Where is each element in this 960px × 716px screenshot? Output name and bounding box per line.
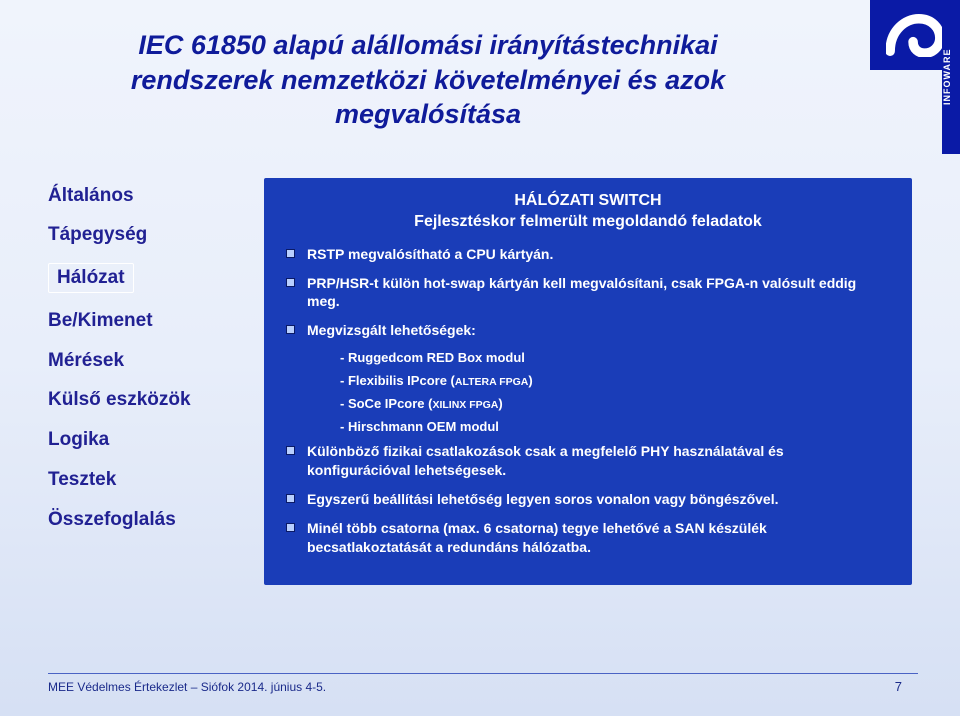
bullet-icon xyxy=(286,325,295,334)
content-subheading: Fejlesztéskor felmerült megoldandó felad… xyxy=(286,213,890,231)
bullet-icon xyxy=(286,278,295,287)
sidebar: Általános Tápegység Hálózat Be/Kimenet Mérés… xyxy=(48,178,238,585)
content-panel: HÁLÓZATI SWITCH Fejlesztéskor felmerült … xyxy=(264,178,912,585)
sidebar-item[interactable]: Tesztek xyxy=(48,468,238,492)
sub-bullet: - Ruggedcom RED Box modul xyxy=(340,350,890,365)
sidebar-item[interactable]: Általános xyxy=(48,184,238,208)
bullet-text: Megvizsgált lehetőségek: xyxy=(307,321,476,340)
footer-text: MEE Védelmes Értekezlet – Siófok 2014. j… xyxy=(48,680,326,694)
footer-divider xyxy=(48,673,918,674)
bullet-item: RSTP megvalósítható a CPU kártyán. xyxy=(286,245,890,264)
sub-bullet: - SoCe IPcore (XILINX FPGA) xyxy=(340,396,890,411)
title-line: rendszerek nemzetközi követelményei és a… xyxy=(48,63,808,98)
bullet-icon xyxy=(286,249,295,258)
bullet-icon xyxy=(286,523,295,532)
title-line: megvalósítása xyxy=(48,97,808,132)
bullet-item: Minél több csatorna (max. 6 csatorna) te… xyxy=(286,519,890,557)
sub-bullet: - Flexibilis IPcore (ALTERA FPGA) xyxy=(340,373,890,388)
page-number: 7 xyxy=(895,679,902,694)
sidebar-item[interactable]: Hálózat xyxy=(48,263,134,293)
bullet-text: RSTP megvalósítható a CPU kártyán. xyxy=(307,245,553,264)
sidebar-item[interactable]: Logika xyxy=(48,428,238,452)
page-title: IEC 61850 alapú alállomási irányítástech… xyxy=(48,28,808,132)
bullet-text: PRP/HSR-t külön hot-swap kártyán kell me… xyxy=(307,274,890,312)
bullet-text: Minél több csatorna (max. 6 csatorna) te… xyxy=(307,519,890,557)
slide: INFOWARE IEC 61850 alapú alállomási irán… xyxy=(0,0,960,716)
bullet-item: Egyszerű beállítási lehetőség legyen sor… xyxy=(286,490,890,509)
bullet-item: PRP/HSR-t külön hot-swap kártyán kell me… xyxy=(286,274,890,312)
logo-side-label: INFOWARE xyxy=(942,0,960,154)
bullet-text: Egyszerű beállítási lehetőség legyen sor… xyxy=(307,490,778,509)
title-line: IEC 61850 alapú alállomási irányítástech… xyxy=(48,28,808,63)
content-heading: HÁLÓZATI SWITCH xyxy=(286,192,890,210)
sidebar-item[interactable]: Összefoglalás xyxy=(48,508,238,532)
bullet-text: Különböző fizikai csatlakozások csak a m… xyxy=(307,442,890,480)
bullet-icon xyxy=(286,494,295,503)
footer: MEE Védelmes Értekezlet – Siófok 2014. j… xyxy=(48,673,918,694)
bullet-icon xyxy=(286,446,295,455)
sidebar-item[interactable]: Be/Kimenet xyxy=(48,309,238,333)
bullet-item: Különböző fizikai csatlakozások csak a m… xyxy=(286,442,890,480)
sub-bullet: - Hirschmann OEM modul xyxy=(340,419,890,434)
sidebar-item[interactable]: Tápegység xyxy=(48,223,238,247)
sidebar-item[interactable]: Mérések xyxy=(48,349,238,373)
sidebar-item[interactable]: Külső eszközök xyxy=(48,388,238,412)
bullet-item: Megvizsgált lehetőségek: xyxy=(286,321,890,340)
